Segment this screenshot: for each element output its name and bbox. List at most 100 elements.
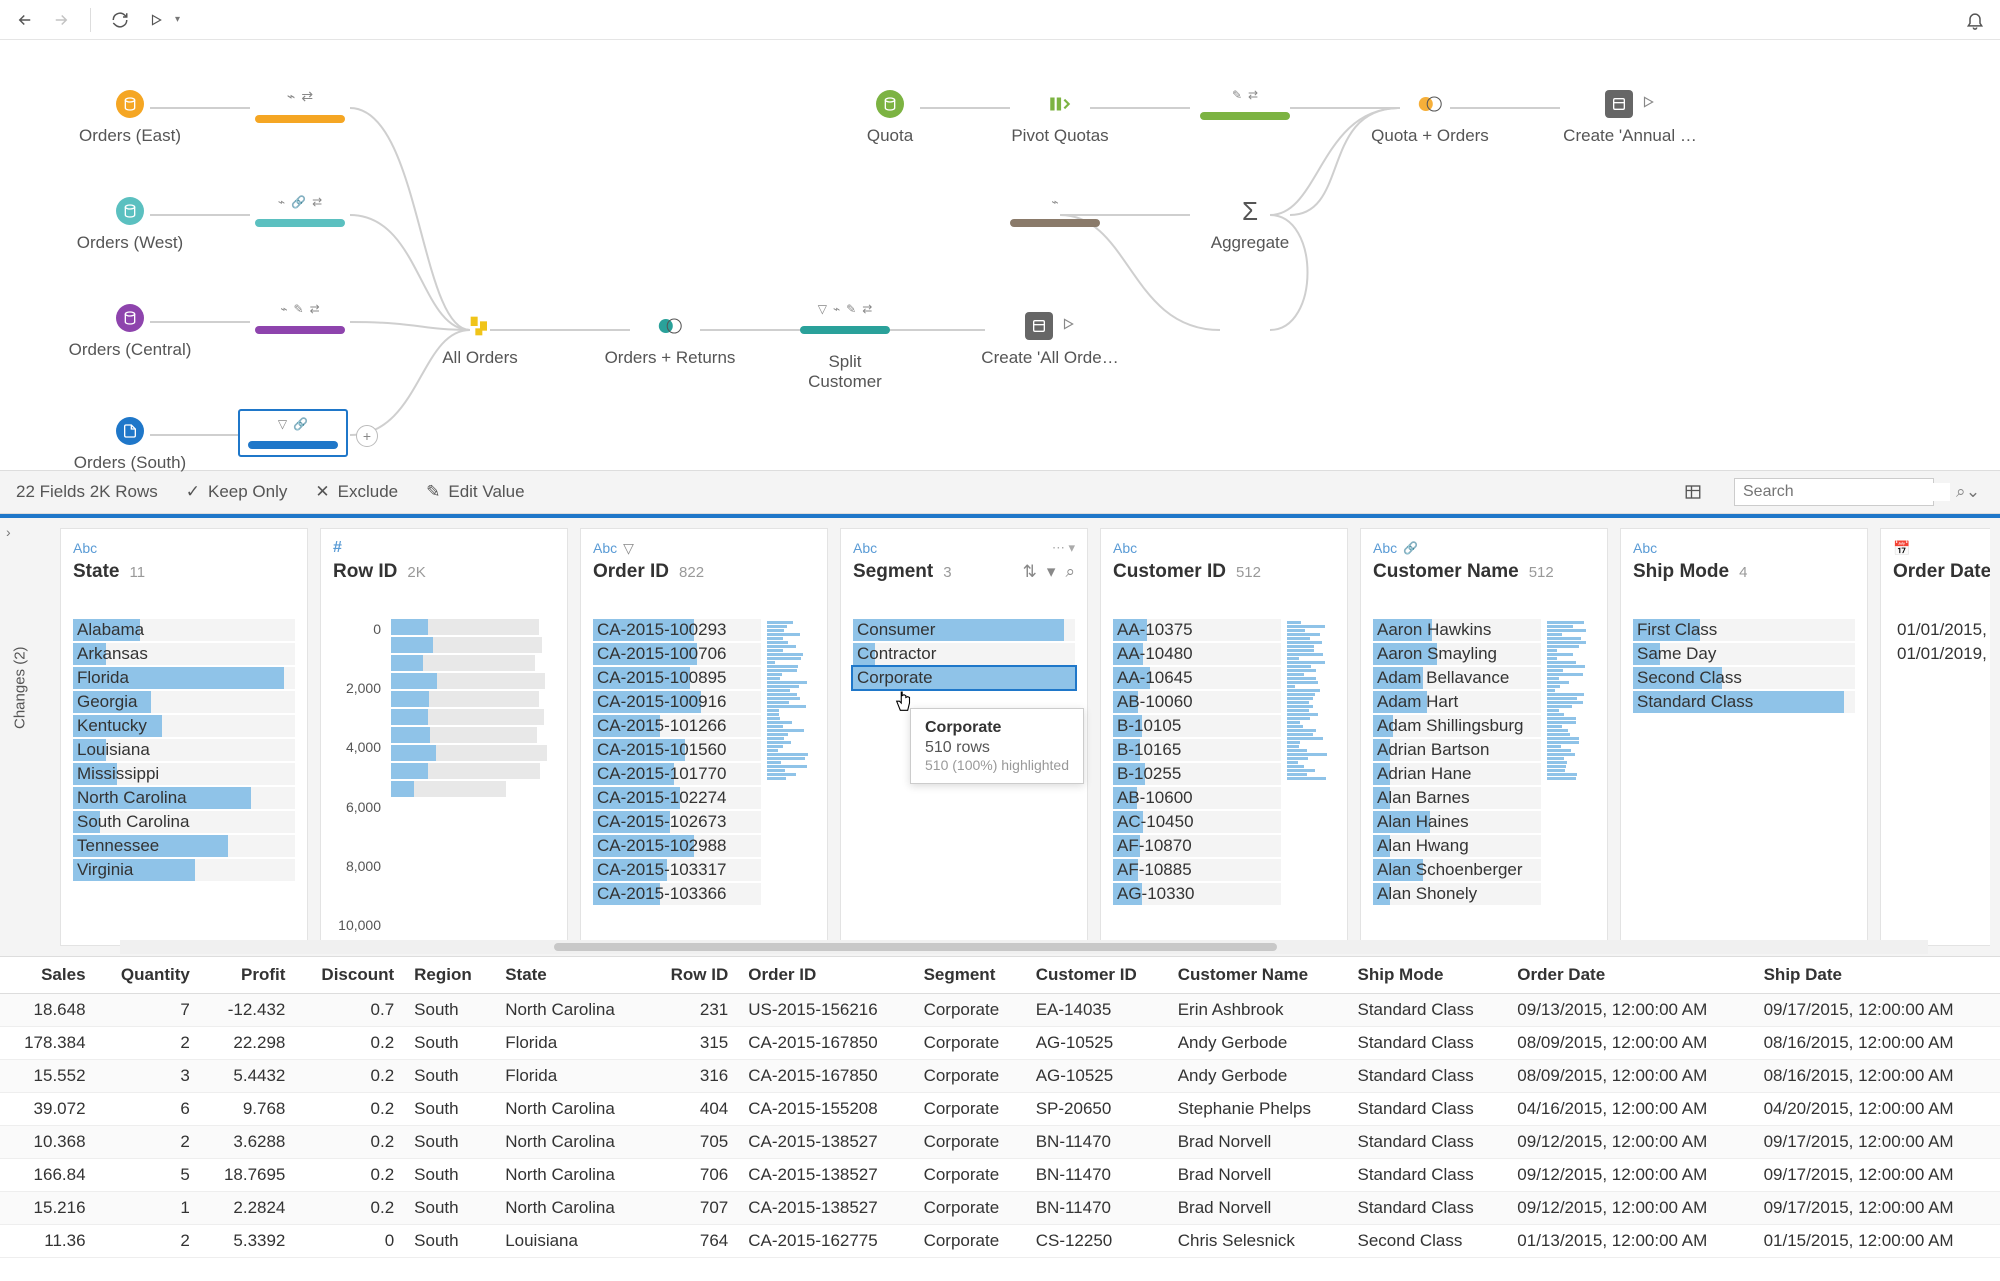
expand-changes-icon[interactable]: › [6, 524, 11, 540]
value-bar[interactable]: AA-10645 [1113, 667, 1281, 689]
value-bar[interactable]: Aaron Hawkins [1373, 619, 1541, 641]
flow-canvas[interactable]: Orders (East) Orders (West) Orders (Cent… [0, 40, 2000, 470]
source-node-orders-east[interactable]: Orders (East) [60, 90, 200, 146]
value-bar[interactable]: Alan Barnes [1373, 787, 1541, 809]
play-icon[interactable] [1061, 316, 1075, 336]
value-bar[interactable]: AG-10330 [1113, 883, 1281, 905]
value-label[interactable]: 01/01/2015, 1… [1893, 619, 1990, 641]
value-bar[interactable]: Alan Schoenberger [1373, 859, 1541, 881]
value-bar[interactable]: CA-2015-101266 [593, 715, 761, 737]
column-header[interactable]: Profit [200, 957, 296, 994]
histogram-bar[interactable] [391, 619, 539, 635]
value-bar[interactable]: AF-10885 [1113, 859, 1281, 881]
source-node-orders-west[interactable]: Orders (West) [60, 197, 200, 253]
value-bar[interactable]: CA-2015-100895 [593, 667, 761, 689]
source-node-orders-central[interactable]: Orders (Central) [60, 304, 200, 360]
value-bar[interactable]: AF-10870 [1113, 835, 1281, 857]
histogram-bar[interactable] [391, 709, 544, 725]
profile-card[interactable]: 📅Order Date60401/01/2015, 1…01/01/2019, … [1880, 528, 1990, 946]
value-bar[interactable]: Adam Bellavance [1373, 667, 1541, 689]
value-bar[interactable]: Alan Haines [1373, 811, 1541, 833]
table-row[interactable]: 15.21612.28240.2SouthNorth Carolina707CA… [0, 1192, 2000, 1225]
column-header[interactable]: Quantity [96, 957, 200, 994]
play-icon[interactable] [1641, 94, 1655, 114]
column-header[interactable]: State [495, 957, 647, 994]
clean-step-south-selected[interactable]: ▽🔗 [238, 409, 348, 457]
value-bar[interactable]: Virginia [73, 859, 295, 881]
value-bar[interactable]: CA-2015-103366 [593, 883, 761, 905]
value-bar[interactable]: Same Day [1633, 643, 1855, 665]
value-bar[interactable]: Mississippi [73, 763, 295, 785]
value-bar[interactable]: South Carolina [73, 811, 295, 833]
expand-panel-icon[interactable]: ⌄ [1962, 481, 1984, 503]
aggregate-node[interactable]: Σ Aggregate [1180, 197, 1320, 253]
value-bar[interactable]: First Class [1633, 619, 1855, 641]
value-bar[interactable]: Consumer [853, 619, 1075, 641]
sort-icon[interactable]: ⇅ [1023, 562, 1037, 582]
join-node-quota-orders[interactable]: Quota + Orders [1360, 90, 1500, 146]
value-bar[interactable]: CA-2015-101770 [593, 763, 761, 785]
run-dropdown-icon[interactable]: ▾ [175, 14, 180, 25]
back-icon[interactable] [12, 7, 38, 33]
profile-card[interactable]: Abc🔗Customer Name512Aaron HawkinsAaron S… [1360, 528, 1608, 946]
value-bar[interactable]: AA-10375 [1113, 619, 1281, 641]
source-node-orders-south[interactable]: Orders (South) [60, 417, 200, 473]
value-bar[interactable]: B-10165 [1113, 739, 1281, 761]
bell-icon[interactable] [1962, 7, 1988, 33]
value-bar[interactable]: Arkansas [73, 643, 295, 665]
add-step-button[interactable]: + [356, 425, 378, 447]
value-bar[interactable]: CA-2015-103317 [593, 859, 761, 881]
column-header[interactable]: Discount [295, 957, 404, 994]
value-bar[interactable]: AB-10060 [1113, 691, 1281, 713]
value-bar[interactable]: CA-2015-102673 [593, 811, 761, 833]
clean-step-split[interactable]: ▽⌁✎⇄Split Customer [790, 302, 900, 392]
table-row[interactable]: 11.3625.33920SouthLouisiana764CA-2015-16… [0, 1225, 2000, 1258]
profile-scrollbar[interactable] [120, 940, 1928, 954]
histogram-bar[interactable] [391, 781, 506, 797]
refresh-icon[interactable] [107, 7, 133, 33]
profile-card[interactable]: AbcCustomer ID512AA-10375AA-10480AA-1064… [1100, 528, 1348, 946]
histogram-bar[interactable] [391, 763, 540, 779]
edit-value-button[interactable]: ✎Edit Value [426, 482, 524, 502]
layout-icon[interactable] [1680, 479, 1706, 505]
profile-card[interactable]: Abc▽Order ID822CA-2015-100293CA-2015-100… [580, 528, 828, 946]
value-bar[interactable]: Corporate [853, 667, 1075, 689]
source-node-quota[interactable]: Quota [820, 90, 960, 146]
forward-icon[interactable] [48, 7, 74, 33]
value-label[interactable]: 01/01/2019, 1… [1893, 643, 1990, 665]
column-header[interactable]: Ship Mode [1348, 957, 1508, 994]
clean-step-agg-in[interactable]: ⌁ [1000, 195, 1110, 227]
column-header[interactable]: Sales [0, 957, 96, 994]
clean-step-central[interactable]: ⌁✎⇄ [245, 302, 355, 334]
value-bar[interactable]: Georgia [73, 691, 295, 713]
value-bar[interactable]: Second Class [1633, 667, 1855, 689]
column-header[interactable]: Segment [914, 957, 1026, 994]
search-icon[interactable]: ⌕ [1065, 562, 1075, 582]
clean-step-quota[interactable]: ✎⇄ [1190, 88, 1300, 120]
column-header[interactable]: Customer Name [1168, 957, 1348, 994]
profile-card[interactable]: #Row ID2K02,0004,0006,0008,00010,000 [320, 528, 568, 946]
value-bar[interactable]: B-10105 [1113, 715, 1281, 737]
output-node-annual[interactable]: Create 'Annual … [1560, 90, 1700, 146]
table-row[interactable]: 15.55235.44320.2SouthFlorida316CA-2015-1… [0, 1060, 2000, 1093]
value-bar[interactable]: Adrian Bartson [1373, 739, 1541, 761]
value-bar[interactable]: Adam Shillingsburg [1373, 715, 1541, 737]
histogram-bar[interactable] [391, 673, 545, 689]
histogram-bar[interactable] [391, 691, 539, 707]
keep-only-button[interactable]: ✓Keep Only [186, 482, 288, 502]
column-header[interactable]: Order Date [1507, 957, 1753, 994]
clean-step-west[interactable]: ⌁🔗⇄ [245, 195, 355, 227]
table-row[interactable]: 166.84518.76950.2SouthNorth Carolina706C… [0, 1159, 2000, 1192]
column-header[interactable]: Order ID [738, 957, 913, 994]
pivot-node[interactable]: Pivot Quotas [990, 90, 1130, 146]
value-bar[interactable]: Louisiana [73, 739, 295, 761]
value-bar[interactable]: CA-2015-102988 [593, 835, 761, 857]
more-icon[interactable]: ▾ [1047, 562, 1056, 582]
value-bar[interactable]: CA-2015-100916 [593, 691, 761, 713]
value-bar[interactable]: AB-10600 [1113, 787, 1281, 809]
clean-step-east[interactable]: ⌁⇄ [245, 88, 355, 123]
histogram-bar[interactable] [391, 727, 537, 743]
column-menu-icon[interactable]: ⋯ ▾ [1052, 540, 1075, 556]
data-grid[interactable]: SalesQuantityProfitDiscountRegionStateRo… [0, 956, 2000, 1281]
changes-tab[interactable]: Changes (2) [8, 638, 33, 737]
